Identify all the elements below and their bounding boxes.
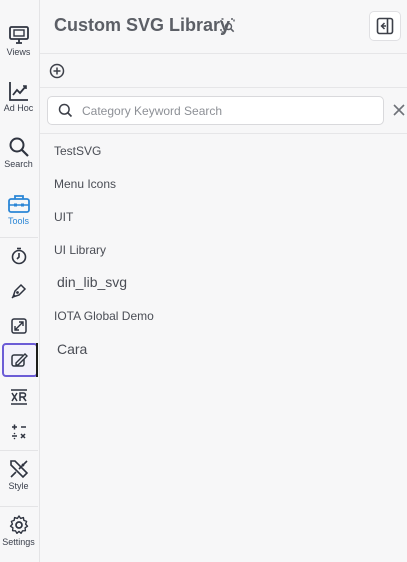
nav-tools[interactable]: Tools: [0, 193, 37, 227]
list-item[interactable]: UIT: [54, 210, 73, 224]
add-category-button[interactable]: [49, 63, 65, 84]
collapse-panel-button[interactable]: [369, 11, 401, 41]
nav-views[interactable]: Views: [0, 24, 37, 58]
category-search: [47, 96, 384, 125]
action-bar: [40, 54, 407, 88]
nav-tools-label: Tools: [7, 216, 29, 226]
svg-edit-icon: [10, 353, 28, 367]
nav-views-label: Views: [6, 47, 31, 57]
tool-xr[interactable]: [0, 388, 37, 406]
tool-calculator[interactable]: [0, 423, 37, 441]
gear-icon: [9, 515, 28, 534]
left-nav-rail: Views Ad Hoc Search Tools Style Settings: [0, 0, 40, 562]
nav-style-label: Style: [8, 481, 29, 491]
nav-settings-label: Settings: [2, 537, 35, 547]
plus-circle-icon: [49, 63, 65, 79]
panel-header: Custom SVG Library: [40, 0, 407, 54]
nav-search-label: Search: [4, 159, 33, 169]
chart-trend-icon: [8, 82, 28, 101]
nav-search[interactable]: Search: [0, 136, 37, 170]
toolbox-icon: [7, 195, 30, 213]
xr-icon: [10, 389, 27, 405]
list-item[interactable]: TestSVG: [54, 144, 101, 158]
nav-adhoc-label: Ad Hoc: [3, 103, 34, 113]
timer-icon: [11, 247, 26, 265]
search-icon: [9, 137, 29, 157]
search-selection-icon[interactable]: [220, 18, 235, 38]
math-operators-icon: [11, 424, 26, 440]
page-title: Custom SVG Library: [54, 15, 231, 35]
nav-settings[interactable]: Settings: [0, 514, 37, 548]
design-tools-icon: [9, 460, 28, 479]
pen-tool-icon: [11, 283, 26, 299]
close-icon[interactable]: [392, 103, 406, 122]
tool-svg-library[interactable]: [0, 351, 37, 369]
list-item[interactable]: UI Library: [54, 243, 106, 257]
nav-style[interactable]: Style: [0, 458, 37, 492]
tool-resize[interactable]: [0, 317, 37, 335]
list-item[interactable]: Cara: [57, 341, 87, 357]
resize-icon: [10, 318, 27, 334]
search-icon: [58, 103, 73, 123]
list-item[interactable]: Menu Icons: [54, 177, 116, 191]
list-item[interactable]: din_lib_svg: [57, 274, 127, 290]
tool-design[interactable]: [0, 282, 37, 300]
search-input[interactable]: [82, 101, 372, 121]
nav-adhoc[interactable]: Ad Hoc: [0, 80, 37, 114]
panel-collapse-icon: [376, 17, 394, 35]
svg-library-panel: Custom SVG Library Category Keyword Sear…: [40, 0, 407, 562]
list-item[interactable]: IOTA Global Demo: [54, 309, 154, 323]
tool-timer[interactable]: [0, 247, 37, 265]
monitor-icon: [8, 26, 29, 44]
